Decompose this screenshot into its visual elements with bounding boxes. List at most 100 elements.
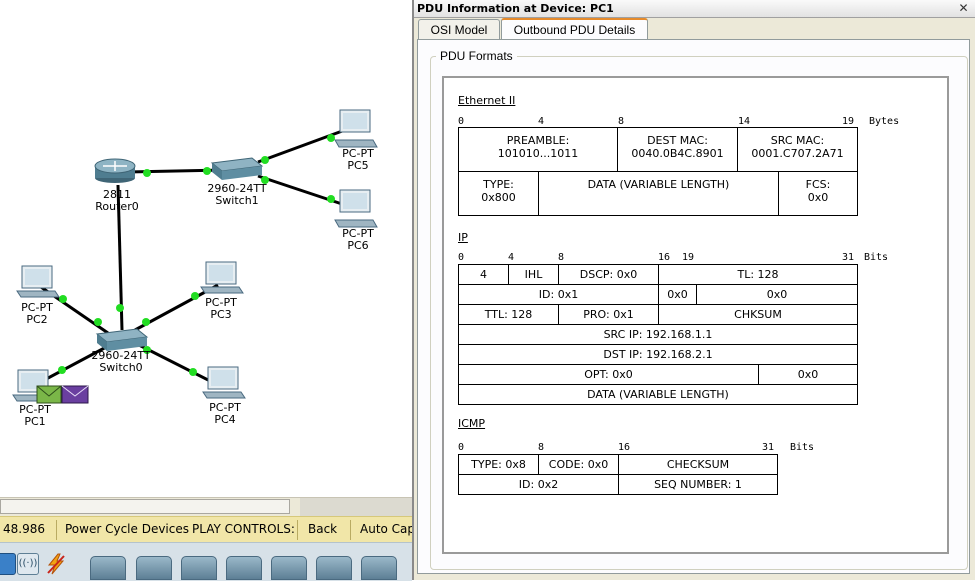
ip-checksum-field: CHKSUM — [658, 304, 858, 325]
eth-data-field: DATA (VARIABLE LENGTH) — [538, 171, 779, 216]
device-label-pc4: PC-PT PC4 — [202, 402, 248, 426]
field-value: 0x800 — [481, 191, 516, 204]
logical-workspace[interactable]: 2811 Router0 2960-24TT Switch1 PC-PT PC5… — [0, 0, 412, 497]
wireless-signal-icon[interactable]: ((·)) — [17, 553, 39, 575]
pc-icon[interactable] — [202, 366, 246, 399]
device-name: PC6 — [347, 239, 369, 252]
ip-version-field: 4 — [458, 264, 509, 285]
ip-fragment-offset-field: 0x0 — [696, 284, 858, 305]
eth-type-field: TYPE: 0x800 — [458, 171, 539, 216]
device-name: PC4 — [214, 413, 236, 426]
power-cycle-devices-button[interactable]: Power Cycle Devices — [65, 522, 189, 536]
connections-lightning-icon[interactable] — [45, 553, 67, 575]
field-label: TYPE: — [483, 178, 514, 191]
icmp-type-field: TYPE: 0x8 — [458, 454, 539, 475]
realtime-status-bar: 48.986 Power Cycle Devices PLAY CONTROLS… — [0, 516, 415, 543]
device-label-switch0: 2960-24TT Switch0 — [84, 350, 158, 374]
device-label-switch1: 2960-24TT Switch1 — [200, 183, 274, 207]
pc-icon[interactable] — [200, 261, 244, 294]
field-value: 0040.0B4C.8901 — [631, 147, 724, 160]
field-value: 0001.C707.2A71 — [751, 147, 844, 160]
tab-outbound-pdu-details[interactable]: Outbound PDU Details — [501, 18, 648, 40]
eth-preamble-field: PREAMBLE: 101010...1011 — [458, 127, 618, 172]
router-model-icon[interactable] — [271, 556, 307, 580]
router-model-icon[interactable] — [361, 556, 397, 580]
ip-flags-field: 0x0 — [658, 284, 697, 305]
back-button[interactable]: Back — [308, 522, 337, 536]
icmp-checksum-field: CHECKSUM — [618, 454, 778, 475]
network-links — [34, 128, 346, 387]
ip-dscp-field: DSCP: 0x0 — [558, 264, 659, 285]
pc-icon[interactable] — [334, 109, 378, 148]
device-name: PC1 — [24, 415, 46, 428]
device-label-pc1: PC-PT PC1 — [12, 404, 58, 428]
ip-options-field: OPT: 0x0 — [458, 364, 759, 385]
eth-src-mac-field: SRC MAC: 0001.C707.2A71 — [737, 127, 858, 172]
device-label-pc3: PC-PT PC3 — [198, 297, 244, 321]
device-name: Switch0 — [99, 361, 143, 374]
router-model-icon[interactable] — [90, 556, 126, 580]
field-label: DEST MAC: — [647, 134, 708, 147]
icmp-seq-field: SEQ NUMBER: 1 — [618, 474, 778, 495]
pdu-formats-panel: Ethernet II 0 4 8 14 19 Bytes PREAMBLE: … — [442, 76, 949, 554]
ip-protocol-field: PRO: 0x1 — [558, 304, 659, 325]
ruler-tick: 19 — [682, 252, 695, 263]
icmp-code-field: CODE: 0x0 — [538, 454, 619, 475]
ruler-tick: 0 — [458, 442, 465, 453]
window-title: PDU Information at Device: PC1 — [417, 2, 614, 15]
router-model-icon[interactable] — [226, 556, 262, 580]
pc-icon[interactable] — [16, 265, 60, 298]
device-name: Switch1 — [215, 194, 259, 207]
eth-dest-mac-field: DEST MAC: 0040.0B4C.8901 — [617, 127, 738, 172]
ip-section-title: IP — [458, 231, 468, 244]
device-label-pc5: PC-PT PC5 — [335, 148, 381, 172]
group-label: PDU Formats — [436, 49, 517, 63]
router-model-icon[interactable] — [136, 556, 172, 580]
window-titlebar[interactable]: PDU Information at Device: PC1 ✕ — [414, 0, 975, 18]
pdu-envelope-icon[interactable] — [36, 385, 62, 404]
scrollbar-thumb[interactable] — [0, 499, 290, 514]
field-value: 101010...1011 — [497, 147, 579, 160]
icmp-id-field: ID: 0x2 — [458, 474, 619, 495]
workspace-horizontal-scrollbar[interactable] — [0, 497, 412, 516]
tab-osi-model[interactable]: OSI Model — [418, 19, 500, 39]
eth-fcs-field: FCS: 0x0 — [778, 171, 858, 216]
ip-dst-ip-field: DST IP: 192.168.2.1 — [458, 344, 858, 365]
ip-total-length-field: TL: 128 — [658, 264, 858, 285]
switch-icon[interactable] — [210, 157, 264, 180]
device-label-pc6: PC-PT PC6 — [335, 228, 381, 252]
ruler-tick: 8 — [538, 442, 545, 453]
ip-src-ip-field: SRC IP: 192.168.1.1 — [458, 324, 858, 345]
ethernet-section-title: Ethernet II — [458, 94, 516, 107]
close-icon[interactable]: ✕ — [956, 1, 971, 15]
ruler-tick: 4 — [508, 252, 515, 263]
field-value: 0x0 — [807, 191, 829, 204]
device-name: Router0 — [95, 200, 139, 213]
ruler-tick: 8 — [558, 252, 565, 263]
device-label-router0: 2811 Router0 — [92, 189, 142, 213]
router-model-icon[interactable] — [181, 556, 217, 580]
router-model-icon[interactable] — [316, 556, 352, 580]
ruler-unit: Bits — [790, 442, 815, 453]
router-icon[interactable] — [94, 158, 136, 183]
field-label: PREAMBLE: — [506, 134, 570, 147]
auto-capture-button[interactable]: Auto Cap — [360, 522, 415, 536]
ruler-tick: 31 — [762, 442, 775, 453]
device-name: PC2 — [26, 313, 48, 326]
ruler-unit: Bits — [864, 252, 889, 263]
ip-padding-field: 0x0 — [758, 364, 858, 385]
play-controls-label: PLAY CONTROLS: — [192, 522, 295, 536]
simulation-time: 48.986 — [3, 522, 45, 536]
ruler-tick: 16 — [618, 442, 631, 453]
ip-identification-field: ID: 0x1 — [458, 284, 659, 305]
device-name: PC5 — [347, 159, 369, 172]
pdu-envelope-icon[interactable] — [61, 385, 89, 404]
wireless-devices-icon[interactable] — [0, 553, 16, 575]
pdu-information-window: PDU Information at Device: PC1 ✕ OSI Mod… — [412, 0, 975, 580]
pc-icon[interactable] — [334, 189, 378, 228]
field-label: FCS: — [805, 178, 831, 191]
ip-ttl-field: TTL: 128 — [458, 304, 559, 325]
ruler-tick: 16 — [658, 252, 671, 263]
scrollbar-track-end — [300, 498, 412, 516]
ip-data-field: DATA (VARIABLE LENGTH) — [458, 384, 858, 405]
